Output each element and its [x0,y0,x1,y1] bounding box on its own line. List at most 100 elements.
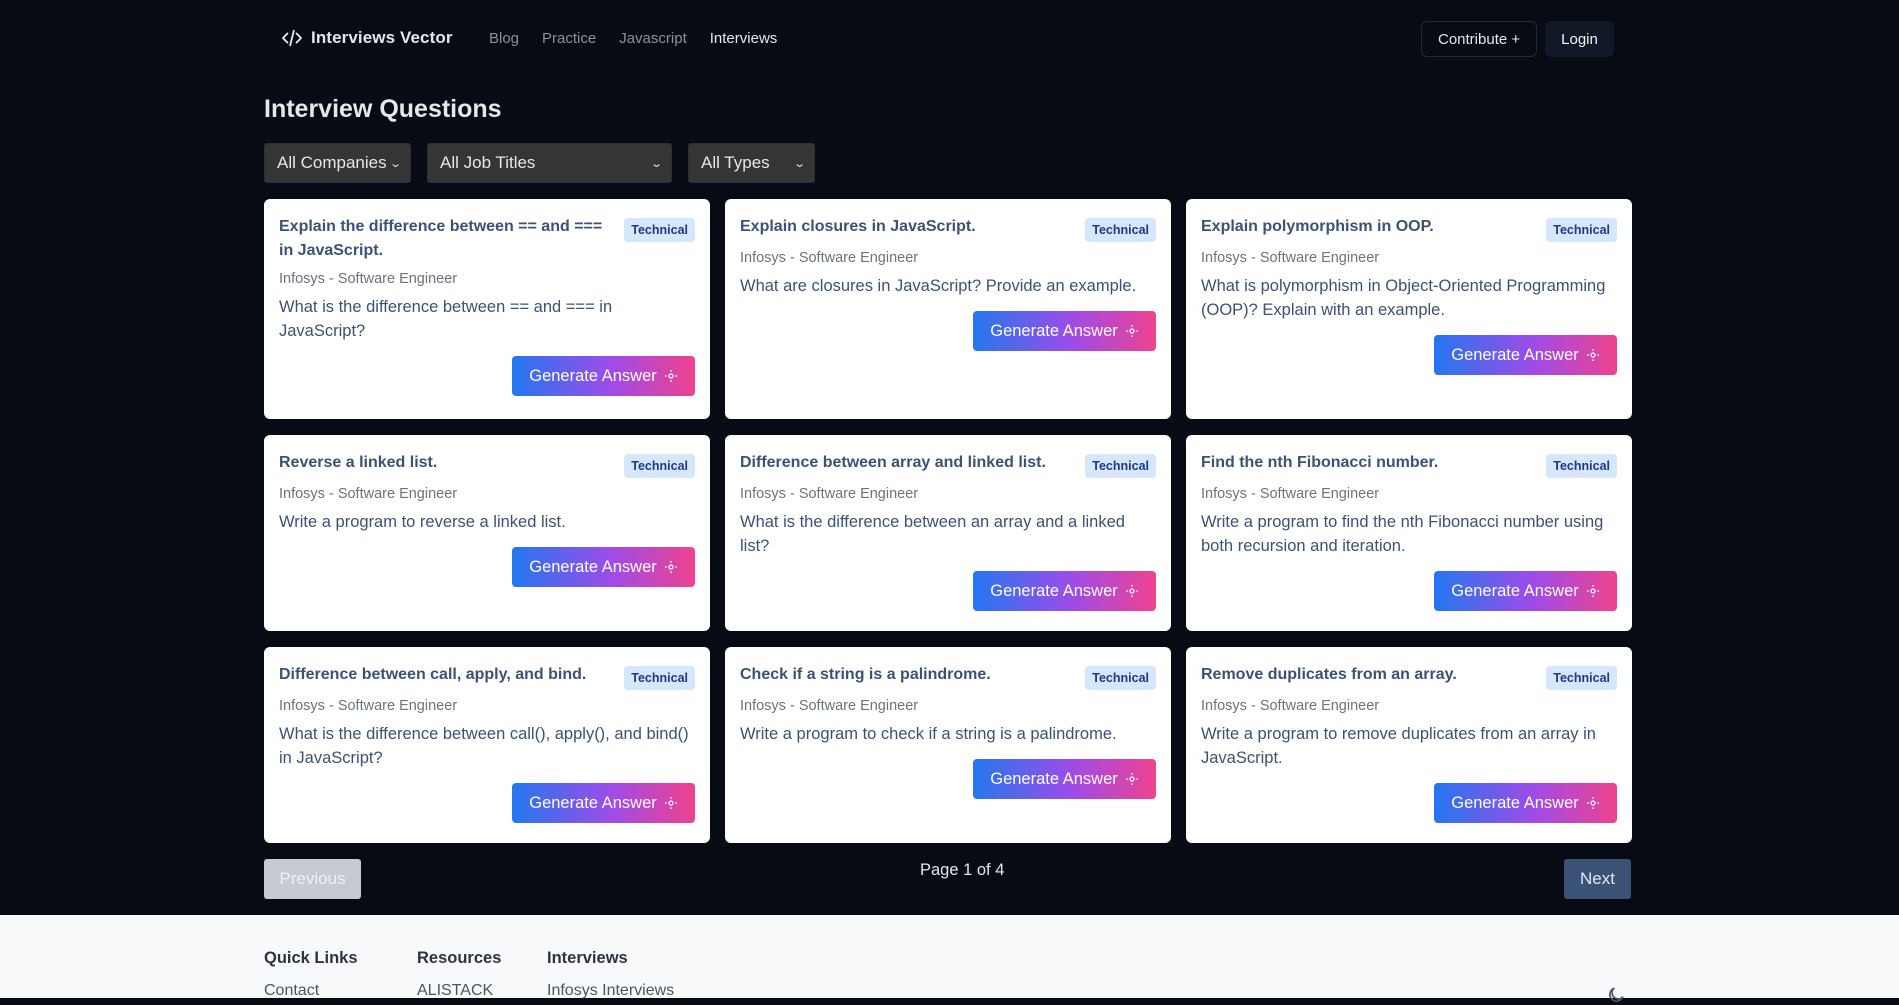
moon-icon[interactable] [1606,985,1626,1005]
question-title: Difference between call, apply, and bind… [279,666,587,683]
generate-answer-label: Generate Answer [1451,345,1579,364]
type-select[interactable]: All Types ⌄ [688,143,815,183]
footer-link-alistack[interactable]: ALISTACK [417,982,501,1000]
nav-interviews[interactable]: Interviews [710,30,778,47]
footer-heading: Quick Links [264,949,358,967]
generate-answer-button[interactable]: Generate Answer [973,759,1156,799]
sparkle-icon [664,797,677,809]
type-badge: Technical [1085,218,1156,242]
question-card: Explain closures in JavaScript. Technica… [725,199,1171,419]
generate-answer-button[interactable]: Generate Answer [512,356,695,396]
footer: Quick Links Contact Resources ALISTACK I… [0,915,1899,1002]
company-select-value: All Companies [277,153,387,172]
type-badge: Technical [1085,666,1156,690]
footer-column-quick-links: Quick Links Contact [264,949,358,1000]
job-title-select-value: All Job Titles [440,153,536,172]
question-title: Find the nth Fibonacci number. [1201,454,1439,471]
type-select-value: All Types [701,153,770,172]
contribute-button[interactable]: Contribute + [1421,21,1538,57]
type-badge: Technical [624,218,695,242]
question-text: Write a program to find the nth Fibonacc… [1201,513,1604,555]
question-card: Explain the difference between == and ==… [264,199,710,419]
question-meta: Infosys - Software Engineer [740,698,919,714]
question-meta: Infosys - Software Engineer [1201,250,1380,266]
type-badge: Technical [624,454,695,478]
question-title: Explain closures in JavaScript. [740,218,976,235]
footer-column-interviews: Interviews Infosys Interviews [547,949,674,1000]
chevron-down-icon: ⌄ [792,157,806,170]
question-title: Explain the difference between == and ==… [279,218,603,259]
sparkle-icon [1125,325,1138,337]
question-meta: Infosys - Software Engineer [740,250,919,266]
type-badge: Technical [1546,666,1617,690]
question-grid: Explain the difference between == and ==… [264,199,1632,843]
question-title: Explain polymorphism in OOP. [1201,218,1434,235]
type-badge: Technical [624,666,695,690]
previous-page-button[interactable]: Previous [264,859,361,899]
nav-practice[interactable]: Practice [542,30,596,47]
job-title-select[interactable]: All Job Titles ⌄ [427,143,672,183]
generate-answer-label: Generate Answer [1451,793,1579,812]
sparkle-icon [664,370,677,382]
question-text: Write a program to check if a string is … [740,725,1117,743]
question-meta: Infosys - Software Engineer [279,486,458,502]
nav-javascript[interactable]: Javascript [619,30,687,47]
generate-answer-label: Generate Answer [990,769,1118,788]
question-text: What are closures in JavaScript? Provide… [740,277,1137,295]
type-badge: Technical [1546,218,1617,242]
chevron-down-icon: ⌄ [388,157,402,170]
generate-answer-label: Generate Answer [990,581,1118,600]
generate-answer-button[interactable]: Generate Answer [1434,783,1617,823]
generate-answer-label: Generate Answer [529,557,657,576]
question-meta: Infosys - Software Engineer [1201,698,1380,714]
question-text: Write a program to remove duplicates fro… [1201,725,1596,767]
type-badge: Technical [1546,454,1617,478]
chevron-down-icon: ⌄ [649,157,663,170]
footer-heading: Resources [417,949,502,967]
question-meta: Infosys - Software Engineer [279,271,458,287]
nav-blog[interactable]: Blog [489,30,519,47]
question-card: Difference between call, apply, and bind… [264,647,710,843]
header-actions: Contribute + Login [1421,21,1614,57]
generate-answer-button[interactable]: Generate Answer [512,547,695,587]
question-card: Remove duplicates from an array. Technic… [1186,647,1632,843]
footer-link-contact[interactable]: Contact [264,982,358,1000]
login-button[interactable]: Login [1545,21,1614,57]
sparkle-icon [1586,797,1599,809]
next-page-button[interactable]: Next [1564,859,1631,899]
generate-answer-label: Generate Answer [529,793,657,812]
generate-answer-button[interactable]: Generate Answer [1434,571,1617,611]
question-title: Reverse a linked list. [279,454,438,471]
question-text: What is the difference between == and ==… [279,298,613,340]
question-text: What is the difference between call(), a… [279,725,689,767]
question-card: Explain polymorphism in OOP. Technical I… [1186,199,1632,419]
generate-answer-button[interactable]: Generate Answer [512,783,695,823]
generate-answer-button[interactable]: Generate Answer [1434,335,1617,375]
footer-link-infosys-interviews[interactable]: Infosys Interviews [547,982,674,1000]
question-title: Check if a string is a palindrome. [740,666,991,683]
main-nav: Blog Practice Javascript Interviews [489,30,777,47]
question-text: Write a program to reverse a linked list… [279,513,566,531]
question-title: Difference between array and linked list… [740,454,1046,471]
question-card: Find the nth Fibonacci number. Technical… [1186,435,1632,631]
question-card: Check if a string is a palindrome. Techn… [725,647,1171,843]
generate-answer-label: Generate Answer [990,321,1118,340]
sparkle-icon [1586,585,1599,597]
question-text: What is polymorphism in Object-Oriented … [1201,277,1606,319]
generate-answer-button[interactable]: Generate Answer [973,311,1156,351]
sparkle-icon [1125,773,1138,785]
main-section: Interviews Vector Blog Practice Javascri… [0,0,1899,915]
sparkle-icon [1586,349,1599,361]
code-icon [281,29,302,47]
type-badge: Technical [1085,454,1156,478]
generate-answer-button[interactable]: Generate Answer [973,571,1156,611]
page-indicator: Page 1 of 4 [920,861,1005,879]
company-select[interactable]: All Companies ⌄ [264,143,411,183]
brand-name: Interviews Vector [311,28,453,47]
generate-answer-label: Generate Answer [1451,581,1579,600]
question-meta: Infosys - Software Engineer [740,486,919,502]
footer-heading: Interviews [547,949,628,967]
page-title: Interview Questions [264,95,502,123]
question-card: Reverse a linked list. Technical Infosys… [264,435,710,631]
brand-logo[interactable]: Interviews Vector [281,28,453,48]
